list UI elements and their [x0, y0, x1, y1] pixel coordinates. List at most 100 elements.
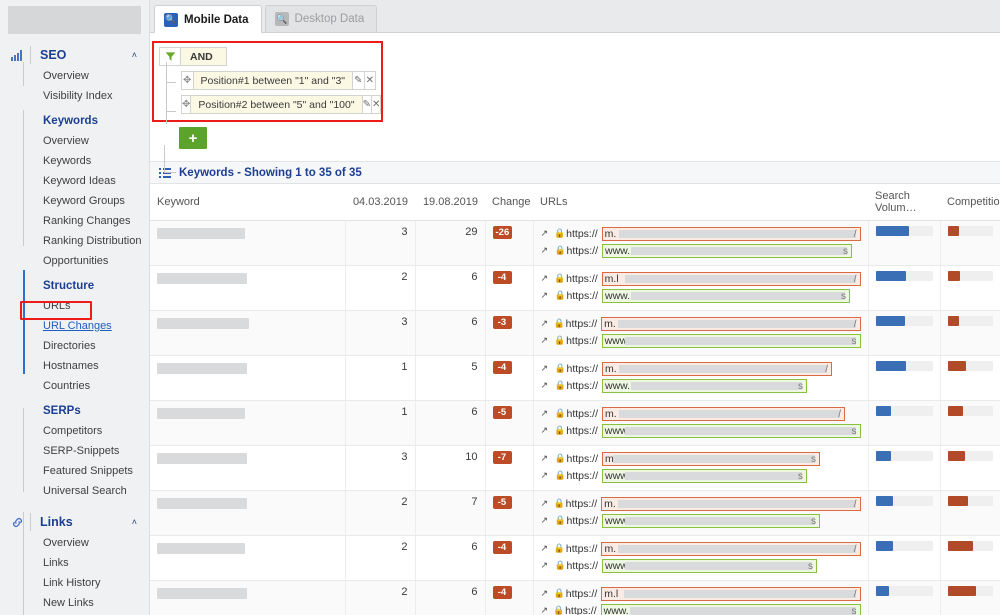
close-icon[interactable]: ✕ [365, 71, 377, 90]
url-redacted-box[interactable]: www.s [601, 604, 861, 615]
table-row[interactable]: 16-5↗🔒https://m./↗🔒https://wwws [150, 401, 1000, 446]
sidebar-item-keywords-overview[interactable]: Overview [23, 131, 149, 151]
url-redacted-box[interactable]: m./ [601, 317, 860, 331]
external-link-icon[interactable]: ↗ [541, 560, 551, 571]
sidebar-item-keyword-groups[interactable]: Keyword Groups [23, 191, 149, 211]
external-link-icon[interactable]: ↗ [541, 515, 551, 526]
url-redacted-box[interactable]: wwws [602, 559, 817, 573]
sidebar-item-links-overview[interactable]: Overview [23, 533, 149, 553]
url-redacted-box[interactable]: wwws [602, 514, 820, 528]
url-line[interactable]: ↗🔒https://www.s [541, 288, 861, 303]
table-row[interactable]: 26-4↗🔒https://m./↗🔒https://wwws [150, 536, 1000, 581]
table-row[interactable]: 36-3↗🔒https://m./↗🔒https://wwws [150, 311, 1000, 356]
url-redacted-box[interactable]: ms [602, 452, 820, 466]
col-competition[interactable]: Competition [940, 184, 1000, 221]
url-line[interactable]: ↗🔒https://www.s [541, 378, 861, 393]
url-redacted-box[interactable]: wwws [602, 334, 861, 348]
url-redacted-box[interactable]: m./ [601, 497, 860, 511]
external-link-icon[interactable]: ↗ [541, 318, 550, 329]
col-change[interactable]: Change [485, 184, 533, 221]
sidebar-item-keywords[interactable]: Keywords [23, 151, 149, 171]
chevron-up-icon[interactable]: ˄ [132, 50, 141, 60]
external-link-icon[interactable]: ↗ [541, 453, 551, 464]
external-link-icon[interactable]: ↗ [541, 245, 551, 256]
url-redacted-box[interactable]: www.s [602, 379, 807, 393]
sidebar-item-ranking-changes[interactable]: Ranking Changes [23, 211, 149, 231]
external-link-icon[interactable]: ↗ [541, 498, 550, 509]
sidebar-item-new-links[interactable]: New Links [23, 593, 149, 613]
external-link-icon[interactable]: ↗ [541, 408, 551, 419]
table-row[interactable]: 329-26↗🔒https://m./↗🔒https://www.s [150, 221, 1000, 266]
url-line[interactable]: ↗🔒https://m.l/ [541, 586, 861, 601]
url-redacted-box[interactable]: m./ [602, 362, 832, 376]
url-redacted-box[interactable]: wwws [602, 469, 807, 483]
url-line[interactable]: ↗🔒https://wwws [541, 468, 861, 483]
url-redacted-box[interactable]: www.s [602, 289, 850, 303]
url-redacted-box[interactable]: wwws [602, 424, 861, 438]
sidebar-item-urls[interactable]: URLs [23, 296, 149, 316]
sidebar-item-featured-snippets[interactable]: Featured Snippets [23, 461, 149, 481]
move-handle-icon[interactable]: ✥ [181, 95, 191, 114]
table-row[interactable]: 26-4↗🔒https://m.l/↗🔒https://www.s [150, 581, 1000, 615]
url-redacted-box[interactable]: m.l/ [602, 272, 861, 286]
add-condition-button[interactable]: + [179, 127, 207, 149]
pencil-icon[interactable]: ✎ [353, 71, 365, 90]
close-icon[interactable]: ✕ [372, 95, 381, 114]
url-line[interactable]: ↗🔒https://m./ [541, 226, 861, 241]
url-line[interactable]: ↗🔒https://m./ [541, 541, 861, 556]
url-redacted-box[interactable]: m./ [601, 542, 860, 556]
external-link-icon[interactable]: ↗ [541, 425, 551, 436]
sidebar-item-universal-search[interactable]: Universal Search [23, 481, 149, 501]
tab-mobile-data[interactable]: 🔍 Mobile Data [154, 5, 262, 33]
col-keyword[interactable]: Keyword [150, 184, 345, 221]
url-redacted-box[interactable]: m./ [602, 407, 845, 421]
sidebar-item-hostnames[interactable]: Hostnames [23, 356, 149, 376]
move-handle-icon[interactable]: ✥ [181, 71, 194, 90]
table-row[interactable]: 15-4↗🔒https://m./↗🔒https://www.s [150, 356, 1000, 401]
external-link-icon[interactable]: ↗ [541, 363, 551, 374]
external-link-icon[interactable]: ↗ [541, 543, 550, 554]
url-redacted-box[interactable]: www.s [602, 244, 852, 258]
sidebar-item-countries[interactable]: Countries [23, 376, 149, 396]
url-line[interactable]: ↗🔒https://wwws [541, 333, 861, 348]
sidebar-item-visibility-index[interactable]: Visibility Index [23, 86, 149, 106]
url-line[interactable]: ↗🔒https://m./ [541, 406, 861, 421]
sidebar-item-links[interactable]: Links [23, 553, 149, 573]
pencil-icon[interactable]: ✎ [363, 95, 372, 114]
url-redacted-box[interactable]: m.l/ [601, 587, 860, 601]
sidebar-item-opportunities[interactable]: Opportunities [23, 251, 149, 271]
sidebar-item-serp-snippets[interactable]: SERP-Snippets [23, 441, 149, 461]
external-link-icon[interactable]: ↗ [541, 380, 551, 391]
sidebar-item-url-changes[interactable]: URL Changes [23, 316, 149, 336]
external-link-icon[interactable]: ↗ [541, 273, 551, 284]
external-link-icon[interactable]: ↗ [541, 470, 551, 481]
url-line[interactable]: ↗🔒https://ms [541, 451, 861, 466]
sidebar-item-ranking-distribution[interactable]: Ranking Distribution [23, 231, 149, 251]
url-line[interactable]: ↗🔒https://wwws [541, 423, 861, 438]
external-link-icon[interactable]: ↗ [541, 228, 551, 239]
url-line[interactable]: ↗🔒https://m./ [541, 496, 861, 511]
sidebar-item-keyword-ideas[interactable]: Keyword Ideas [23, 171, 149, 191]
filter-funnel-icon[interactable] [159, 47, 181, 66]
url-redacted-box[interactable]: m./ [602, 227, 861, 241]
tab-desktop-data[interactable]: 🔍 Desktop Data [265, 5, 378, 32]
url-line[interactable]: ↗🔒https://www.s [541, 243, 861, 258]
external-link-icon[interactable]: ↗ [541, 588, 550, 599]
table-row[interactable]: 310-7↗🔒https://ms↗🔒https://wwws [150, 446, 1000, 491]
url-line[interactable]: ↗🔒https://m./ [541, 316, 861, 331]
external-link-icon[interactable]: ↗ [541, 335, 551, 346]
url-line[interactable]: ↗🔒https://wwws [541, 558, 861, 573]
sidebar-item-link-history[interactable]: Link History [23, 573, 149, 593]
url-line[interactable]: ↗🔒https://www.s [541, 603, 861, 615]
sidebar-item-competitors[interactable]: Competitors [23, 421, 149, 441]
sidebar-item-overview[interactable]: Overview [23, 66, 149, 86]
col-date1[interactable]: 04.03.2019 [345, 184, 415, 221]
col-search-volume[interactable]: Search Volum… [868, 184, 940, 221]
table-row[interactable]: 26-4↗🔒https://m.l/↗🔒https://www.s [150, 266, 1000, 311]
col-date2[interactable]: 19.08.2019 [415, 184, 485, 221]
filter-condition-text-2[interactable]: Position#2 between "5" and "100" [191, 95, 362, 114]
external-link-icon[interactable]: ↗ [541, 290, 551, 301]
filter-condition-text-1[interactable]: Position#1 between "1" and "3" [194, 71, 354, 90]
url-line[interactable]: ↗🔒https://m.l/ [541, 271, 861, 286]
sidebar-item-directories[interactable]: Directories [23, 336, 149, 356]
